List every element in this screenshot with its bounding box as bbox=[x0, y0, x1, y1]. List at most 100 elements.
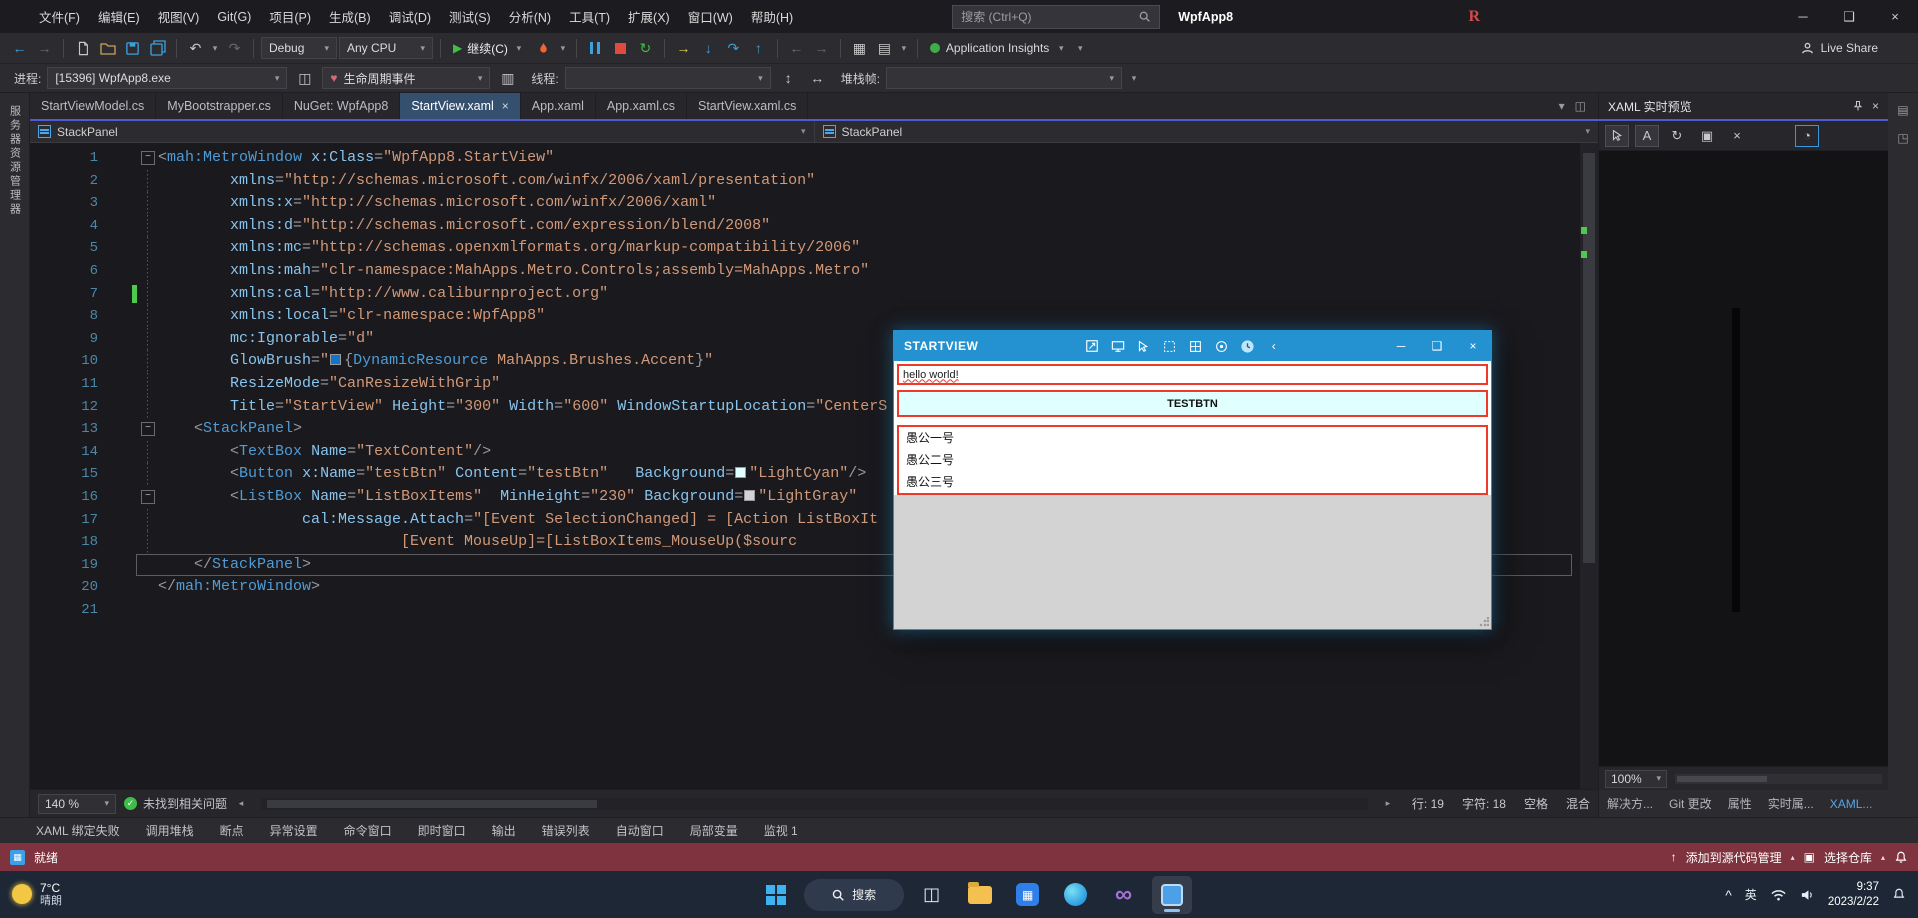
panel-close-icon[interactable]: × bbox=[1872, 99, 1879, 113]
step-over-icon[interactable]: ↷ bbox=[722, 37, 745, 60]
bottom-dock-tab[interactable]: 命令窗口 bbox=[344, 822, 392, 839]
open-folder-icon[interactable] bbox=[96, 37, 119, 60]
stop-debugging-icon[interactable] bbox=[609, 37, 632, 60]
close-button[interactable]: × bbox=[1872, 0, 1918, 33]
fold-collapse-icon[interactable] bbox=[138, 147, 158, 170]
navigate-back-icon[interactable]: ← bbox=[8, 37, 31, 60]
save-icon[interactable] bbox=[121, 37, 144, 60]
file-explorer-button[interactable] bbox=[960, 876, 1000, 914]
doc-tab[interactable]: StartView.xaml × bbox=[400, 93, 521, 119]
bottom-dock-tab[interactable]: 输出 bbox=[492, 822, 516, 839]
thread-select[interactable]: ▾ bbox=[564, 67, 771, 89]
application-insights-button[interactable]: Application Insights ▾ bbox=[925, 37, 1072, 60]
track-focus-icon[interactable] bbox=[1213, 338, 1230, 355]
app-maximize-button[interactable]: ❑ bbox=[1419, 331, 1455, 361]
minimize-button[interactable]: ─ bbox=[1780, 0, 1826, 33]
undo-icon[interactable]: ↶ bbox=[184, 37, 207, 60]
scroll-right-icon[interactable]: ▸ bbox=[1382, 792, 1394, 815]
hidden-icons-chevron-icon[interactable]: ^ bbox=[1725, 887, 1732, 903]
dock-target-icon[interactable]: ▤ bbox=[1897, 103, 1908, 117]
code-line[interactable]: 4 xmlns:d="http://schemas.microsoft.com/… bbox=[30, 214, 1598, 238]
scroll-left-icon[interactable]: ◂ bbox=[235, 792, 247, 815]
menu-item[interactable]: Git(G) bbox=[208, 0, 260, 33]
listbox-item[interactable]: 愚公三号 bbox=[899, 471, 1486, 493]
fold-collapse-icon[interactable] bbox=[138, 486, 158, 509]
screen-capture-icon[interactable] bbox=[1109, 338, 1126, 355]
maximize-button[interactable]: ❑ bbox=[1826, 0, 1872, 33]
add-to-source-control-button[interactable]: 添加到源代码管理 bbox=[1686, 849, 1782, 866]
clear-icon[interactable]: × bbox=[1725, 125, 1749, 147]
pin-icon[interactable] bbox=[1852, 100, 1864, 112]
undo-dropdown-icon[interactable]: ▾ bbox=[209, 37, 221, 60]
layers-icon[interactable]: ▣ bbox=[1695, 125, 1719, 147]
chevron-down-icon[interactable]: ▾ bbox=[898, 37, 910, 60]
thread-up-down-icon[interactable]: ↕ bbox=[777, 67, 800, 90]
watch-icon[interactable]: ▤ bbox=[873, 37, 896, 60]
active-files-dropdown-icon[interactable]: ▾ bbox=[1559, 99, 1565, 113]
show-text-icon[interactable]: A bbox=[1635, 124, 1659, 147]
thread-swap-icon[interactable]: ↔ bbox=[806, 67, 829, 90]
process-details-icon[interactable]: ◫ bbox=[293, 67, 316, 90]
start-button[interactable] bbox=[756, 876, 796, 914]
lifecycle-events-button[interactable]: ♥ 生命周期事件 ▾ bbox=[322, 67, 491, 89]
menu-item[interactable]: 编辑(E) bbox=[89, 0, 149, 33]
ime-indicator[interactable]: 英 bbox=[1745, 886, 1757, 903]
bottom-dock-tab[interactable]: 即时窗口 bbox=[418, 822, 466, 839]
listbox-ListBoxItems[interactable]: 愚公一号 愚公二号 愚公三号 bbox=[897, 425, 1488, 495]
bottom-dock-tab[interactable]: 异常设置 bbox=[270, 822, 318, 839]
editor-horizontal-scrollbar[interactable] bbox=[261, 797, 1368, 810]
solution-configuration-select[interactable]: Debug ▾ bbox=[261, 37, 337, 59]
notification-bell-icon[interactable] bbox=[1892, 887, 1906, 902]
menu-item[interactable]: 项目(P) bbox=[260, 0, 320, 33]
running-app-button[interactable] bbox=[1151, 875, 1192, 914]
bottom-dock-tab[interactable]: XAML 绑定失败 bbox=[36, 822, 120, 839]
dock-window-icon[interactable]: ◳ bbox=[1897, 131, 1908, 145]
document-health-indicator[interactable]: ✓ 未找到相关问题 bbox=[124, 795, 227, 812]
app-close-button[interactable]: × bbox=[1455, 331, 1491, 361]
hot-reload-status-icon[interactable] bbox=[1239, 338, 1256, 355]
taskbar-search[interactable]: 搜索 bbox=[803, 878, 904, 911]
doc-tab[interactable]: MyBootstrapper.cs bbox=[156, 93, 283, 119]
bottom-dock-tab[interactable]: 自动窗口 bbox=[616, 822, 664, 839]
redo-icon[interactable]: ↷ bbox=[223, 37, 246, 60]
tab-close-icon[interactable]: × bbox=[502, 99, 509, 113]
listbox-item[interactable]: 愚公二号 bbox=[899, 449, 1486, 471]
tab-xaml-live-preview[interactable]: XAML 实时预览 × bbox=[1598, 93, 1888, 119]
background-task-icon[interactable]: ▦ bbox=[10, 849, 25, 865]
selection-cursor-icon[interactable] bbox=[1135, 338, 1152, 355]
select-repository-button[interactable]: 选择仓库 bbox=[1824, 849, 1872, 866]
code-line[interactable]: 7 xmlns:cal="http://www.caliburnproject.… bbox=[30, 282, 1598, 306]
textbox-TextContent[interactable]: hello world! bbox=[897, 364, 1488, 385]
menu-item[interactable]: 工具(T) bbox=[560, 0, 619, 33]
doc-tab[interactable]: App.xaml.cs bbox=[596, 93, 687, 119]
float-window-icon[interactable]: ◫ bbox=[1575, 99, 1586, 113]
scrollbar-thumb[interactable] bbox=[1583, 153, 1595, 563]
preview-zoom-select[interactable]: 100% ▾ bbox=[1605, 769, 1667, 788]
panel-dock-tab[interactable]: 解决方... bbox=[1607, 795, 1653, 812]
breadcrumb-right[interactable]: StackPanel ▾ bbox=[815, 121, 1599, 142]
refresh-icon[interactable]: ↻ bbox=[1665, 125, 1689, 147]
new-file-icon[interactable] bbox=[71, 37, 94, 60]
navigate-forward-icon[interactable]: → bbox=[33, 37, 56, 60]
in-app-toolbar-toggle-icon[interactable]: ◔ bbox=[1795, 124, 1819, 147]
scrollbar-thumb[interactable] bbox=[1677, 775, 1767, 782]
microsoft-store-button[interactable]: ▦ bbox=[1008, 876, 1048, 914]
editor-vertical-scrollbar[interactable] bbox=[1580, 143, 1598, 789]
editor-zoom-select[interactable]: 140 % ▾ bbox=[38, 793, 116, 814]
solution-platform-select[interactable]: Any CPU ▾ bbox=[339, 37, 433, 59]
weather-widget[interactable]: 7°C 晴朗 bbox=[12, 881, 222, 909]
show-next-statement-icon[interactable]: → bbox=[672, 37, 695, 60]
hot-reload-dropdown-icon[interactable]: ▾ bbox=[557, 37, 569, 60]
bottom-dock-tab[interactable]: 断点 bbox=[220, 822, 244, 839]
doc-tab[interactable]: StartView.xaml.cs bbox=[687, 93, 809, 119]
button-testBtn[interactable]: TESTBTN bbox=[897, 390, 1488, 417]
server-explorer-vertical-tab[interactable]: 服务器资源管理器 bbox=[7, 105, 23, 817]
process-select[interactable]: [15396] WpfApp8.exe ▾ bbox=[47, 67, 288, 89]
menu-item[interactable]: 调试(D) bbox=[380, 0, 440, 33]
code-line[interactable]: 5 xmlns:mc="http://schemas.openxmlformat… bbox=[30, 237, 1598, 260]
diagnostics-icon[interactable]: ▦ bbox=[848, 37, 871, 60]
restart-icon[interactable]: ↻ bbox=[634, 37, 657, 60]
app-minimize-button[interactable]: ─ bbox=[1383, 331, 1419, 361]
panel-dock-tab[interactable]: Git 更改 bbox=[1669, 795, 1712, 812]
continue-button[interactable]: ▶ 继续(C) ▾ bbox=[448, 37, 530, 60]
